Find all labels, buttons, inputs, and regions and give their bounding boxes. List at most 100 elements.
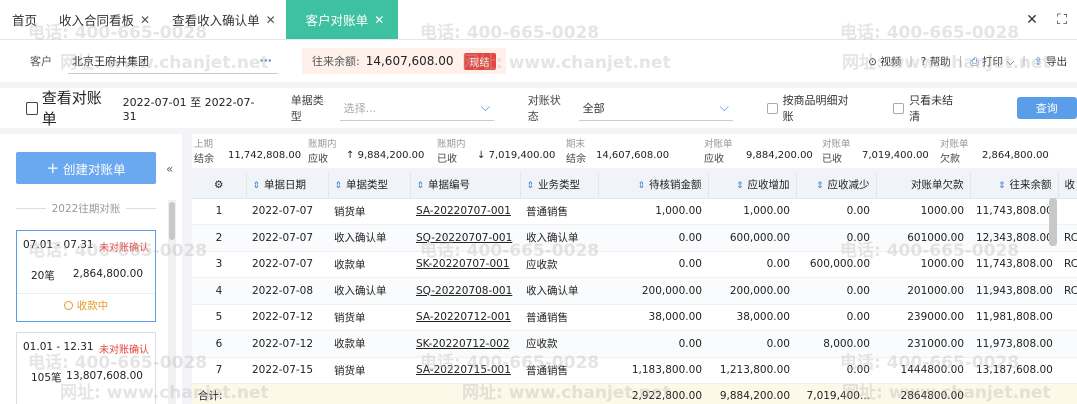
- export-button[interactable]: ⇪ 导出: [1034, 54, 1067, 69]
- customer-value: 北京王府井集团: [72, 54, 149, 68]
- close-icon[interactable]: ✕: [266, 13, 276, 27]
- by-product-detail-checkbox[interactable]: 按商品明细对账: [766, 92, 858, 124]
- print-button[interactable]: ⎙ 打印 ⌵: [970, 54, 1014, 69]
- column-header[interactable]: ⇕ 单据编号: [410, 172, 521, 199]
- summary-value: 11,742,808.00: [228, 150, 302, 161]
- balance-value: 14,607,608.00: [365, 54, 454, 68]
- left-scrollbar[interactable]: [168, 200, 176, 404]
- column-header[interactable]: ⇕ 往来余额: [970, 172, 1059, 199]
- table-cell: 1: [192, 198, 246, 225]
- tab-bar: 首页 收入合同看板 ✕ 查看收入确认单 ✕ 客户对账单 ✕ ✕ ⛶: [0, 0, 1077, 40]
- table-cell: 0.00: [598, 330, 708, 358]
- table-row[interactable]: 3 2022-07-07 收款单 SK-20220707-001 应收款 0.00 0.00…: [192, 251, 1077, 278]
- checkbox-box[interactable]: [766, 102, 778, 114]
- table-cell: 2022-07-07: [246, 198, 328, 225]
- print-label: 打印: [981, 55, 1003, 68]
- table-scrollbar-thumb[interactable]: [1049, 198, 1057, 246]
- doc-number-link[interactable]: SA-20220715-001: [410, 357, 520, 384]
- date-range[interactable]: 2022-07-01 至 2022-07-31: [123, 94, 265, 123]
- column-header[interactable]: ⇕ 待核销金额: [598, 172, 709, 199]
- status-value: 全部: [582, 101, 605, 115]
- checkbox-box[interactable]: [893, 102, 905, 114]
- table-row[interactable]: 5 2022-07-12 销货单 SA-20220712-001 普通销售 38,000.…: [192, 304, 1077, 331]
- table-row[interactable]: 1 2022-07-07 销货单 SA-20220707-001 普通销售 1,000.0…: [192, 198, 1077, 225]
- table-cell: 0.00: [708, 330, 796, 358]
- create-statement-button[interactable]: + 创建对账单: [16, 152, 156, 184]
- column-settings-icon[interactable]: ⚙: [192, 172, 247, 199]
- help-label: 帮助: [929, 55, 951, 68]
- statement-card[interactable]: 07.01 - 07.31 未对账确认 20笔 2,864,800.00 收款中: [16, 230, 156, 322]
- column-header[interactable]: ⇕ 应收减少: [796, 172, 877, 199]
- table-row[interactable]: 6 2022-07-12 收款单 SK-20220712-002 应收款 0.00 0.00…: [192, 330, 1077, 358]
- tab-home[interactable]: 首页: [0, 0, 47, 39]
- customer-select[interactable]: 北京王府井集团 ···: [68, 48, 278, 74]
- table-cell: 普通销售: [520, 357, 598, 384]
- help-button[interactable]: ? 帮助: [921, 54, 951, 69]
- status-label: 对账状态: [527, 94, 561, 123]
- column-header[interactable]: ⇕ 单据类型: [328, 172, 411, 199]
- column-header-label: 待核销金额: [649, 179, 702, 192]
- table-cell: 0.00: [796, 304, 876, 331]
- table-cell: 收入确认单: [520, 224, 598, 252]
- tab-revenue-contract-board[interactable]: 收入合同看板 ✕: [47, 0, 160, 39]
- column-header[interactable]: ⇕ 单据日期: [246, 172, 329, 199]
- more-icon[interactable]: ···: [259, 54, 272, 67]
- summary-label: 结余: [194, 154, 214, 165]
- sort-icon: ⇕: [252, 181, 261, 192]
- doc-number-link[interactable]: SK-20220707-001: [410, 251, 520, 278]
- column-header[interactable]: 收: [1058, 172, 1077, 199]
- table-cell: 200,000.00: [598, 277, 708, 305]
- sort-icon: ⇕: [416, 181, 425, 192]
- chevron-down-icon[interactable]: ⌵: [1006, 56, 1014, 68]
- arrow-up-icon: ↑: [346, 150, 355, 161]
- doc-number-link[interactable]: SQ-20220707-001: [410, 224, 520, 252]
- summary-value: 9,884,200.00: [746, 150, 813, 161]
- column-header[interactable]: 对账单欠款: [876, 172, 971, 199]
- balance-box: 往来余额: 14,607,608.00 现结: [302, 48, 506, 74]
- doc-number-link[interactable]: SQ-20220708-001: [410, 277, 520, 305]
- collapse-icon[interactable]: «: [166, 162, 173, 176]
- scrollbar-thumb[interactable]: [169, 202, 175, 240]
- doc-number-link[interactable]: SA-20220707-001: [410, 198, 520, 225]
- column-header[interactable]: ⇕ 业务类型: [520, 172, 599, 199]
- only-unsettled-checkbox[interactable]: 只看未结清: [893, 92, 962, 124]
- sort-icon: ⇕: [334, 181, 343, 192]
- summary-label: 已收: [437, 154, 457, 165]
- play-icon: ⊙: [868, 55, 877, 68]
- table-row[interactable]: 7 2022-07-15 销货单 SA-20220715-001 普通销售 1,183,8…: [192, 357, 1077, 384]
- table-cell: 0.00: [796, 198, 876, 225]
- video-button[interactable]: ⊙ 视频: [868, 54, 901, 69]
- status-select[interactable]: 全部 ⌵: [578, 95, 733, 121]
- card-state: 收款中: [17, 293, 155, 317]
- fullscreen-icon[interactable]: ⛶: [1047, 12, 1077, 28]
- customer-bar: 客户 北京王府井集团 ··· 往来余额: 14,607,608.00 现结 ⊙ …: [0, 40, 1077, 82]
- table-row[interactable]: 2 2022-07-07 收入确认单 SQ-20220707-001 收入确认单 0.00…: [192, 224, 1077, 252]
- column-header[interactable]: ⇕ 应收增加: [708, 172, 797, 199]
- page-title: 查看对账单: [26, 87, 115, 129]
- summary-value: 7,019,400.00: [862, 150, 929, 161]
- table-cell: 1000.00: [876, 198, 970, 225]
- close-icon[interactable]: ✕: [140, 13, 150, 27]
- doc-type-placeholder: 选择...: [343, 101, 377, 115]
- doc-type-select[interactable]: 选择... ⌵: [339, 95, 494, 121]
- statement-card[interactable]: 01.01 - 12.31 未对账确认 105笔 13,807,608.00: [16, 332, 156, 404]
- table-cell: 1,000.00: [598, 198, 708, 225]
- query-button[interactable]: 查询: [1016, 97, 1077, 119]
- doc-number-link[interactable]: SK-20220712-002: [410, 330, 520, 358]
- close-window-icon[interactable]: ✕: [1017, 12, 1047, 28]
- table-cell: 0.00: [708, 251, 796, 278]
- tab-customer-statement[interactable]: 客户对账单 ✕: [285, 0, 399, 39]
- table-cell: 5: [192, 304, 246, 331]
- doc-number-link[interactable]: SA-20220712-001: [410, 304, 520, 331]
- summary-label: 已收: [822, 154, 842, 165]
- table-cell: 收款单: [328, 251, 410, 278]
- close-icon[interactable]: ✕: [374, 13, 384, 27]
- table-cell: RC-: [1058, 224, 1077, 252]
- table-row[interactable]: 4 2022-07-08 收入确认单 SQ-20220708-001 收入确认单 200,…: [192, 277, 1077, 305]
- table-cell: 6: [192, 330, 246, 358]
- statement-list-panel: + 创建对账单 « 2022往期对账 07.01 - 07.31 未对账确认 20…: [0, 134, 182, 404]
- tab-view-revenue-confirmation[interactable]: 查看收入确认单 ✕: [160, 0, 286, 39]
- total-cell: [246, 383, 328, 404]
- checkbox-label: 按商品明细对账: [782, 94, 849, 123]
- sort-icon: ⇕: [735, 181, 744, 192]
